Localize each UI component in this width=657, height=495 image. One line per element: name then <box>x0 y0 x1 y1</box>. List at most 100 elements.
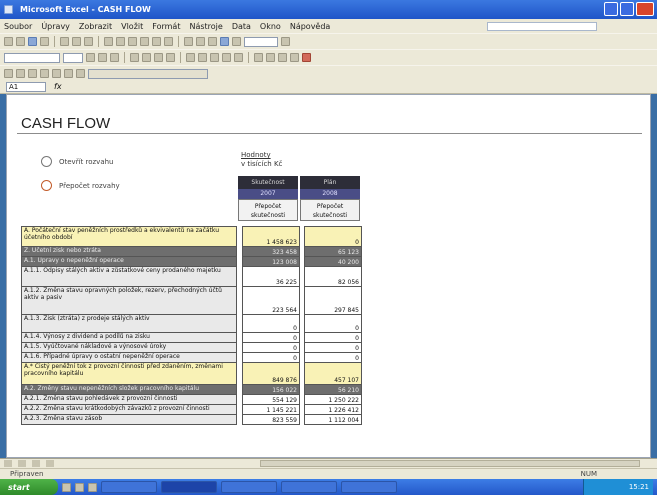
value-2008[interactable]: 297 845 <box>304 286 362 315</box>
autosum-icon[interactable] <box>184 37 193 46</box>
value-2008[interactable]: 1 112 004 <box>304 414 362 425</box>
toolbar-icon[interactable] <box>4 69 13 78</box>
value-2008[interactable]: 0 <box>304 342 362 353</box>
decrease-decimal-icon[interactable] <box>234 53 243 62</box>
name-box[interactable]: A1 <box>6 81 46 92</box>
menu-edit[interactable]: Úpravy <box>41 22 70 31</box>
toolbar-icon[interactable] <box>64 69 73 78</box>
horizontal-scrollbar[interactable] <box>260 460 640 467</box>
merge-center-icon[interactable] <box>166 53 175 62</box>
align-right-icon[interactable] <box>154 53 163 62</box>
percent-icon[interactable] <box>198 53 207 62</box>
toolbar-icon[interactable] <box>16 69 25 78</box>
font-name-select[interactable] <box>4 52 60 63</box>
paste-icon[interactable] <box>128 37 137 46</box>
value-2008[interactable]: 65 123 <box>304 246 362 257</box>
font-size-select[interactable] <box>63 52 83 63</box>
new-icon[interactable] <box>4 37 13 46</box>
row-label[interactable]: Z. Účetní zisk nebo ztráta <box>21 246 237 257</box>
print-icon[interactable] <box>60 37 69 46</box>
quicklaunch-icon[interactable] <box>62 482 71 492</box>
permission-icon[interactable] <box>40 37 49 46</box>
radio-recalc-balance[interactable]: Přepočet rozvahy <box>41 180 120 191</box>
row-label[interactable]: A.2. Změny stavu nepeněžních složek prac… <box>21 384 237 395</box>
taskbar-item-excel[interactable] <box>161 481 217 493</box>
value-2008[interactable]: 0 <box>304 352 362 363</box>
bold-icon[interactable] <box>86 53 95 62</box>
value-2008[interactable]: 82 056 <box>304 266 362 287</box>
menu-window[interactable]: Okno <box>260 22 281 31</box>
chart-wizard-icon[interactable] <box>220 37 229 46</box>
menu-help[interactable]: Nápověda <box>290 22 331 31</box>
value-2008[interactable]: 56 210 <box>304 384 362 395</box>
quicklaunch-icon[interactable] <box>75 482 84 492</box>
open-icon[interactable] <box>16 37 25 46</box>
value-2008[interactable]: 1 226 412 <box>304 404 362 415</box>
start-button[interactable]: start <box>0 479 58 495</box>
row-label[interactable]: A.1. Úpravy o nepeněžní operace <box>21 256 237 267</box>
zoom-select[interactable] <box>244 36 278 47</box>
value-2007[interactable]: 156 022 <box>242 384 300 395</box>
fill-color-icon[interactable] <box>290 53 299 62</box>
maximize-button[interactable] <box>620 2 634 16</box>
sort-ascending-icon[interactable] <box>196 37 205 46</box>
menu-data[interactable]: Data <box>232 22 251 31</box>
worksheet[interactable]: CASH FLOW Otevřít rozvahu Přepočet rozva… <box>6 94 651 458</box>
value-2008[interactable]: 1 250 222 <box>304 394 362 405</box>
toolbar-icon[interactable] <box>76 69 85 78</box>
row-label[interactable]: A.1.4. Výnosy z dividend a podílů na zis… <box>21 332 237 343</box>
copy-icon[interactable] <box>116 37 125 46</box>
value-2007[interactable]: 0 <box>242 352 300 363</box>
value-2007[interactable]: 0 <box>242 342 300 353</box>
row-label[interactable]: A.1.1. Odpisy stálých aktiv a zůstatkové… <box>21 266 237 287</box>
cut-icon[interactable] <box>104 37 113 46</box>
value-2007[interactable]: 1 458 623 <box>242 226 300 247</box>
minimize-button[interactable] <box>604 2 618 16</box>
print-preview-icon[interactable] <box>72 37 81 46</box>
menu-view[interactable]: Zobrazit <box>79 22 112 31</box>
reply-changes-field[interactable] <box>88 68 208 79</box>
value-2008[interactable]: 0 <box>304 314 362 333</box>
row-label[interactable]: A.1.6. Případné úpravy o ostatní nepeněž… <box>21 352 237 363</box>
value-2007[interactable]: 0 <box>242 332 300 343</box>
italic-icon[interactable] <box>98 53 107 62</box>
value-2007[interactable]: 323 458 <box>242 246 300 257</box>
save-icon[interactable] <box>28 37 37 46</box>
format-painter-icon[interactable] <box>140 37 149 46</box>
decrease-indent-icon[interactable] <box>254 53 263 62</box>
increase-decimal-icon[interactable] <box>222 53 231 62</box>
comma-style-icon[interactable] <box>210 53 219 62</box>
row-label[interactable]: A.1.3. Zisk (ztráta) z prodeje stálých a… <box>21 314 237 333</box>
toolbar-icon[interactable] <box>40 69 49 78</box>
spelling-icon[interactable] <box>84 37 93 46</box>
value-2007[interactable]: 554 129 <box>242 394 300 405</box>
menu-insert[interactable]: Vložit <box>121 22 143 31</box>
underline-icon[interactable] <box>110 53 119 62</box>
menu-file[interactable]: Soubor <box>4 22 32 31</box>
radio-circle[interactable] <box>41 156 52 167</box>
help-search-input[interactable] <box>487 21 597 31</box>
value-2008[interactable]: 40 200 <box>304 256 362 267</box>
undo-icon[interactable] <box>152 37 161 46</box>
align-center-icon[interactable] <box>142 53 151 62</box>
toolbar-icon[interactable] <box>28 69 37 78</box>
tab-first-icon[interactable] <box>4 460 12 467</box>
row-label[interactable]: A.* Čistý peněžní tok z provozní činnost… <box>21 362 237 385</box>
row-label[interactable]: A.2.3. Změna stavu zásob <box>21 414 237 425</box>
close-button[interactable] <box>636 2 654 16</box>
value-2008[interactable]: 457 107 <box>304 362 362 385</box>
value-2007[interactable]: 223 564 <box>242 286 300 315</box>
increase-indent-icon[interactable] <box>266 53 275 62</box>
value-2007[interactable]: 849 876 <box>242 362 300 385</box>
taskbar-item[interactable] <box>221 481 277 493</box>
taskbar-item[interactable] <box>281 481 337 493</box>
value-2007[interactable]: 823 559 <box>242 414 300 425</box>
sort-descending-icon[interactable] <box>208 37 217 46</box>
align-left-icon[interactable] <box>130 53 139 62</box>
menu-tools[interactable]: Nástroje <box>189 22 222 31</box>
tab-prev-icon[interactable] <box>18 460 26 467</box>
borders-icon[interactable] <box>278 53 287 62</box>
value-2008[interactable]: 0 <box>304 332 362 343</box>
fx-icon[interactable]: fx <box>54 82 62 91</box>
row-label[interactable]: A. Počáteční stav peněžních prostředků a… <box>21 226 237 247</box>
